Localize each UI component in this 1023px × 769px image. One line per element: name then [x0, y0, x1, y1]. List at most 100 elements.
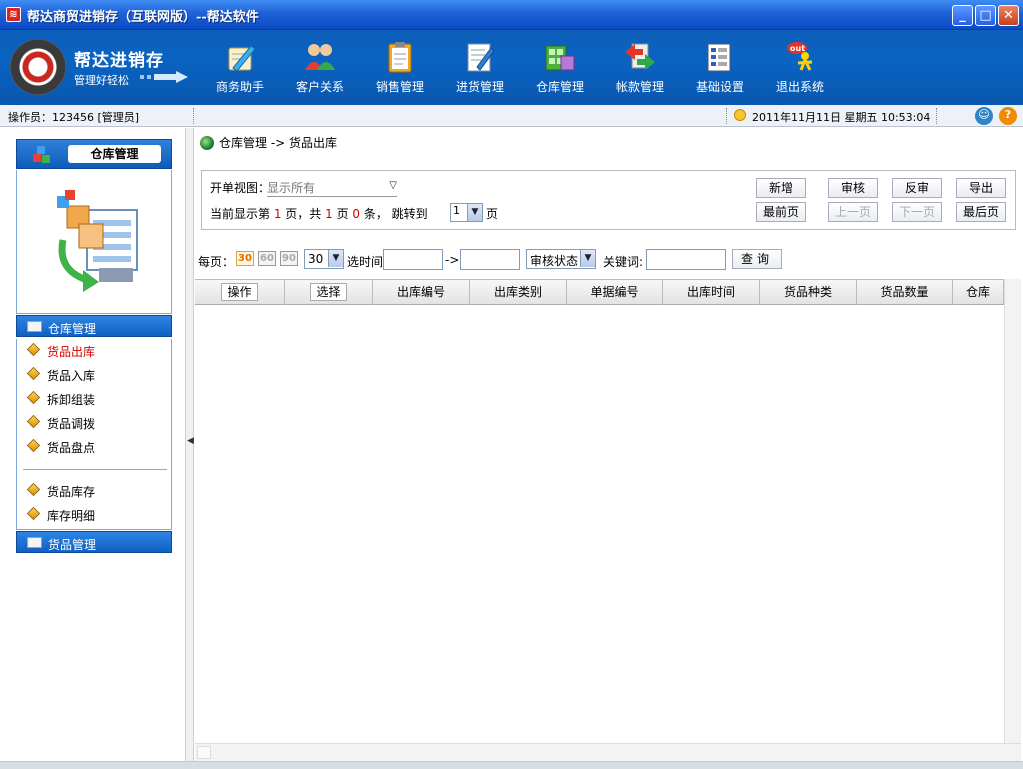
start-time-input[interactable] — [383, 249, 443, 270]
close-icon: ✕ — [1003, 8, 1014, 23]
sidebar-item-disassembly[interactable]: 拆卸组装 — [17, 387, 171, 409]
folder-icon — [27, 537, 42, 548]
help-icon[interactable]: ? — [999, 107, 1017, 125]
view-select[interactable]: 显示所有 ▽ — [267, 177, 397, 197]
sidebar-section-goods[interactable]: 货品管理 — [16, 531, 172, 553]
sidebar-item-stocktake[interactable]: 货品盘点 — [17, 435, 171, 457]
nav-basic-settings[interactable]: 基础设置 — [680, 30, 760, 105]
edit-document-icon — [467, 43, 495, 72]
pager-text: 条， 跳转到 — [360, 207, 428, 221]
first-page-button[interactable]: 最前页 — [756, 202, 806, 222]
nav-purchase-management[interactable]: 进货管理 — [440, 30, 520, 105]
chevron-down-icon: ▼ — [328, 250, 343, 267]
settings-document-icon — [707, 43, 731, 72]
nav-label: 仓库管理 — [535, 80, 584, 94]
view-select-value: 显示所有 — [267, 181, 316, 195]
warehouse-illustration-icon — [57, 190, 138, 292]
collapse-arrow-icon[interactable]: ◀ — [187, 436, 194, 446]
column-stockout-no[interactable]: 出库编号 — [373, 280, 470, 305]
sidebar-item-transfer[interactable]: 货品调拨 — [17, 411, 171, 433]
cubes-icon — [33, 146, 50, 163]
end-time-input[interactable] — [460, 249, 520, 270]
sidebar-section-warehouse[interactable]: 仓库管理 — [16, 315, 172, 337]
header-button-action[interactable]: 操作 — [221, 283, 258, 301]
close-button[interactable]: ✕ — [998, 5, 1019, 26]
status-separator — [726, 108, 727, 124]
query-button[interactable]: 查询 — [732, 249, 782, 269]
audit-status-value: 审核状态 — [530, 254, 579, 268]
section-label: 货品管理 — [48, 538, 97, 552]
pager-text: 页 — [332, 207, 353, 221]
chevron-down-icon: ▼ — [580, 250, 595, 267]
globe-icon — [200, 136, 214, 150]
people-icon — [305, 44, 335, 70]
sidebar-menu: 货品出库 货品入库 拆卸组装 货品调拨 货品盘点 货品库存 库存明细 — [16, 339, 172, 530]
page-size-select[interactable]: 30 ▼ — [304, 249, 344, 269]
time-range-arrow: -> — [445, 253, 460, 267]
page-size-90[interactable]: 90 — [280, 251, 298, 266]
sidebar-item-inventory-detail[interactable]: 库存明细 — [17, 503, 171, 525]
window-title: 帮达商贸进销存（互联网版）--帮达软件 — [27, 10, 259, 25]
sidebar-item-label: 货品出库 — [47, 345, 96, 359]
nav-label: 进货管理 — [455, 80, 504, 94]
pager-text: 页，共 — [281, 207, 326, 221]
app-banner: 帮达进销存 管理好轻松 商务助手 客户关系 销售管理 进货管理 仓库管理 帐款管… — [0, 30, 1023, 105]
brand-slogan: 管理好轻松 — [74, 74, 129, 87]
column-goods-qty[interactable]: 货品数量 — [857, 280, 953, 305]
nav-business-assistant[interactable]: 商务助手 — [200, 30, 280, 105]
window-titlebar[interactable]: ≋ 帮达商贸进销存（互联网版）--帮达软件 _ □ ✕ — [0, 0, 1023, 30]
audit-status-select[interactable]: 审核状态 ▼ — [526, 249, 596, 269]
sidebar-item-inventory[interactable]: 货品库存 — [17, 479, 171, 501]
column-goods-kind[interactable]: 货品种类 — [760, 280, 857, 305]
nav-accounts-management[interactable]: 帐款管理 — [600, 30, 680, 105]
sidebar-header-label: 仓库管理 — [68, 145, 161, 163]
nav-sales-management[interactable]: 销售管理 — [360, 30, 440, 105]
vertical-scrollbar[interactable] — [1004, 279, 1021, 743]
maximize-button[interactable]: □ — [975, 5, 996, 26]
sidebar-item-label: 拆卸组装 — [47, 393, 96, 407]
audit-button[interactable]: 审核 — [828, 178, 878, 198]
nav-exit-system[interactable]: out 退出系统 — [760, 30, 840, 105]
minimize-icon: _ — [959, 8, 966, 23]
cube-bullet-icon — [26, 506, 41, 521]
sidebar-item-label: 库存明细 — [47, 509, 96, 523]
keyword-input[interactable] — [646, 249, 726, 270]
sidebar-splitter[interactable]: ◀ — [186, 128, 194, 761]
column-doc-no[interactable]: 单据编号 — [567, 280, 663, 305]
export-button[interactable]: 导出 — [956, 178, 1006, 198]
total-items: 0 — [352, 207, 361, 221]
prev-page-button[interactable]: 上一页 — [828, 202, 878, 222]
jump-page-select[interactable]: 1 ▼ — [450, 203, 483, 222]
sidebar-item-label: 货品库存 — [47, 485, 96, 499]
page-size-60[interactable]: 60 — [258, 251, 276, 266]
cube-bullet-icon — [26, 482, 41, 497]
window-controls: _ □ ✕ — [952, 5, 1019, 26]
column-warehouse[interactable]: 仓库 — [953, 280, 1004, 305]
minimize-button[interactable]: _ — [952, 5, 973, 26]
header-button-select[interactable]: 选择 — [310, 283, 347, 301]
sidebar-item-stock-in[interactable]: 货品入库 — [17, 363, 171, 385]
last-page-button[interactable]: 最后页 — [956, 202, 1006, 222]
horizontal-scrollbar[interactable] — [195, 743, 1021, 761]
sidebar-item-label: 货品调拨 — [47, 417, 96, 431]
sidebar-item-stock-out[interactable]: 货品出库 — [17, 339, 171, 361]
page-size-30[interactable]: 30 — [236, 251, 254, 266]
cube-bullet-icon — [26, 342, 41, 357]
scroll-left-icon[interactable] — [197, 746, 211, 759]
column-stockout-time[interactable]: 出库时间 — [663, 280, 760, 305]
exit-icon: out — [787, 42, 813, 71]
nav-label: 客户关系 — [295, 80, 344, 94]
next-page-button[interactable]: 下一页 — [892, 202, 942, 222]
left-sidebar: 仓库管理 仓库管理 货品出库 货品入库 拆卸组装 货品调拨 货品盘点 货品库存 … — [0, 128, 186, 761]
breadcrumb: 仓库管理 -> 货品出库 — [200, 134, 337, 151]
chevron-down-icon: ▼ — [467, 204, 482, 221]
nav-customer-relations[interactable]: 客户关系 — [280, 30, 360, 105]
svg-text:out: out — [790, 44, 805, 53]
logo-gear-icon — [10, 39, 66, 95]
add-button[interactable]: 新增 — [756, 178, 806, 198]
nav-warehouse-management[interactable]: 仓库管理 — [520, 30, 600, 105]
unaudit-button[interactable]: 反审 — [892, 178, 942, 198]
column-stockout-type[interactable]: 出库类别 — [470, 280, 567, 305]
support-icon[interactable]: ☺ — [975, 107, 993, 125]
nav-label: 帐款管理 — [615, 80, 664, 94]
